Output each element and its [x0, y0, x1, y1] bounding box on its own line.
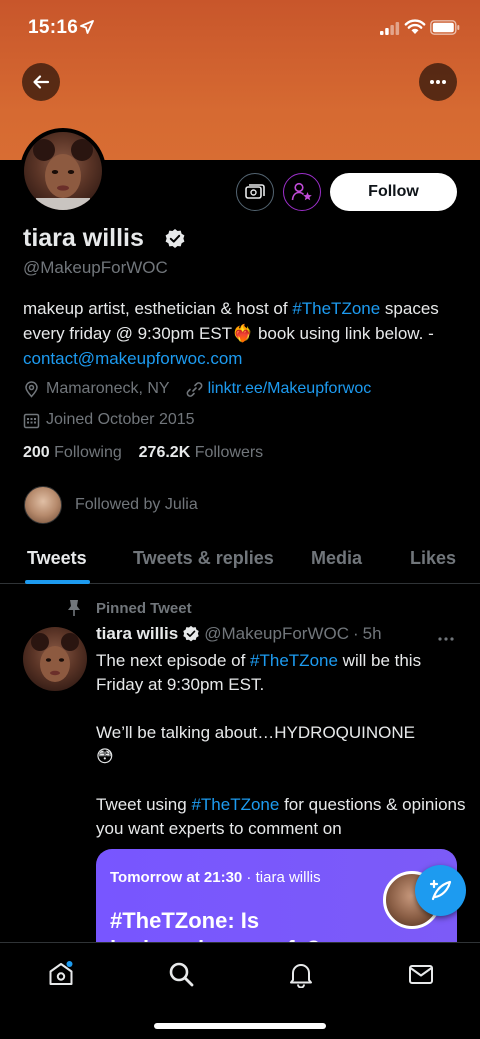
person-star-icon	[291, 182, 312, 201]
tweet-separator: ·	[353, 624, 359, 643]
verified-badge-icon	[165, 229, 185, 248]
profile-tabs: Tweets Tweets & replies Media Likes	[0, 536, 480, 584]
flushed-face-emoji: 😳	[96, 747, 114, 766]
followed-by-text: Followed by Julia	[75, 496, 198, 513]
active-tab-indicator	[25, 580, 90, 584]
followers-link[interactable]: 276.2K Followers	[139, 444, 264, 461]
tweet-author-name[interactable]: tiara willis	[96, 624, 178, 644]
tweet-author-handle: @MakeupForWOC	[204, 624, 349, 643]
home-icon[interactable]	[47, 960, 75, 988]
professional-card-button[interactable]	[236, 173, 274, 211]
tweet-more-icon[interactable]	[437, 626, 455, 647]
messages-envelope-icon[interactable]	[407, 960, 435, 988]
link-icon	[186, 381, 202, 397]
compose-tweet-button[interactable]	[415, 865, 466, 916]
more-dots-icon	[430, 80, 446, 84]
cellular-signal-icon	[380, 22, 400, 35]
follower-avatar	[24, 486, 62, 524]
wifi-icon	[404, 19, 426, 34]
bio-email-link[interactable]: contact@makeupforwoc.com	[23, 349, 242, 368]
tab-likes[interactable]: Likes	[410, 548, 456, 569]
tweet-author-avatar[interactable]	[23, 627, 87, 691]
tweet-time: 5h	[362, 624, 382, 643]
space-meta: Tomorrow at 21:30 · tiara willis	[110, 869, 321, 886]
location-arrow-icon	[80, 20, 94, 34]
tweet-hashtag-link[interactable]: #TheTZone	[250, 651, 338, 670]
profile-meta-row: Mamaroneck, NY linktr.ee/Makeupforwoc	[23, 380, 371, 398]
location-pin-icon	[25, 380, 38, 398]
tweet-header: tiara willis @MakeupForWOC · 5h	[96, 624, 382, 644]
profile-website-link[interactable]: linktr.ee/Makeupforwoc	[208, 380, 372, 398]
compose-feather-icon	[429, 879, 451, 900]
verified-badge-icon	[183, 625, 199, 642]
pin-icon	[68, 600, 80, 616]
calendar-icon	[23, 413, 40, 428]
back-arrow-icon	[33, 75, 50, 89]
follow-button[interactable]: Follow	[330, 173, 457, 211]
battery-icon	[430, 20, 460, 35]
back-button[interactable]	[22, 63, 60, 101]
tab-tweets[interactable]: Tweets	[27, 548, 87, 569]
profile-avatar[interactable]	[20, 128, 106, 214]
tab-tweets-replies[interactable]: Tweets & replies	[133, 548, 274, 569]
fire-heart-emoji: ❤️‍🔥	[232, 324, 254, 343]
home-indicator-bar[interactable]	[154, 1023, 326, 1029]
money-card-icon	[245, 184, 265, 199]
followed-by-row[interactable]: Followed by Julia	[24, 486, 198, 524]
notifications-bell-icon[interactable]	[287, 960, 315, 988]
bio-hashtag-link[interactable]: #TheTZone	[292, 299, 380, 318]
search-icon[interactable]	[167, 960, 195, 988]
status-bar: 15:16	[0, 0, 480, 56]
profile-handle: @MakeupForWOC	[23, 258, 168, 277]
tweet-hashtag-link[interactable]: #TheTZone	[191, 795, 279, 814]
follow-counts: 200 Following 276.2K Followers	[23, 444, 263, 462]
tweet-text: The next episode of #TheTZone will be th…	[96, 651, 466, 838]
profile-photo	[33, 139, 93, 210]
profile-bio: makeup artist, esthetician & host of #Th…	[23, 299, 439, 368]
following-link[interactable]: 200 Following	[23, 444, 122, 461]
profile-location: Mamaroneck, NY	[46, 380, 170, 397]
tweet-author-photo	[31, 633, 79, 682]
super-follow-button[interactable]	[283, 173, 321, 211]
status-time: 15:16	[28, 17, 79, 38]
profile-name: tiara willis	[23, 224, 144, 252]
more-options-button[interactable]	[419, 63, 457, 101]
pinned-tweet-label: Pinned Tweet	[66, 599, 192, 617]
tab-media[interactable]: Media	[311, 548, 362, 569]
profile-joined-row: Joined October 2015	[23, 411, 195, 429]
profile-joined-date: Joined October 2015	[46, 411, 195, 428]
